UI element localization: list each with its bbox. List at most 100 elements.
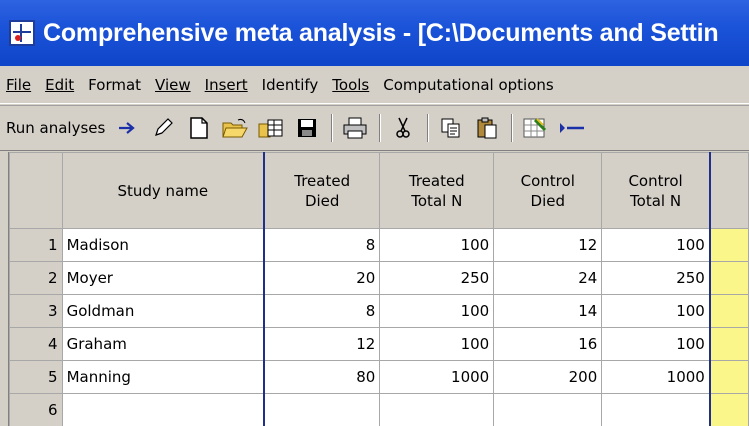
header-row: Study name Treated Died Treated Total N Co… — [9, 152, 749, 229]
menu-format[interactable]: Format — [88, 76, 141, 94]
table-row[interactable]: 2 Moyer 20 250 24 250 — [9, 261, 749, 295]
menu-edit-label: Edit — [45, 75, 75, 94]
toolbar-separator — [331, 114, 334, 142]
cut-icon[interactable] — [389, 114, 417, 142]
menu-identify-label: Identify — [261, 75, 319, 94]
column-header-line2: Total N — [630, 191, 682, 210]
column-header-treated-died[interactable]: Treated Died — [263, 152, 381, 229]
column-header-line1: Treated — [294, 171, 351, 190]
cell-effect[interactable] — [708, 294, 749, 328]
column-header-line2: Died — [304, 191, 340, 210]
column-header-treated-total[interactable]: Treated Total N — [379, 152, 495, 229]
menu-file-label: File — [6, 75, 32, 94]
arrow-right-icon[interactable] — [113, 114, 141, 142]
row-number[interactable]: 3 — [9, 294, 63, 328]
menu-tools[interactable]: Tools — [332, 76, 369, 94]
cell-treated-total[interactable]: 100 — [379, 228, 495, 262]
cell-treated-died[interactable]: 80 — [263, 360, 381, 394]
formula-icon[interactable] — [521, 114, 549, 142]
cell-control-died[interactable] — [493, 393, 603, 426]
column-header-control-died[interactable]: Control Died — [493, 152, 603, 229]
cell-treated-total[interactable] — [379, 393, 495, 426]
menu-bar: File Edit Format View Insert Identify To… — [0, 66, 749, 104]
menu-view-label: View — [155, 75, 191, 94]
table-row[interactable]: 4 Graham 12 100 16 100 — [9, 327, 749, 361]
cell-treated-died[interactable]: 8 — [263, 294, 381, 328]
new-document-icon[interactable] — [185, 114, 213, 142]
save-icon[interactable] — [293, 114, 321, 142]
column-header-control-total[interactable]: Control Total N — [601, 152, 711, 229]
cell-control-died[interactable]: 24 — [493, 261, 603, 295]
cell-study-name[interactable]: Moyer — [61, 261, 265, 295]
column-header-study-name[interactable]: Study name — [61, 152, 265, 229]
cell-effect[interactable] — [708, 261, 749, 295]
menu-insert[interactable]: Insert — [205, 76, 248, 94]
cell-control-died[interactable]: 12 — [493, 228, 603, 262]
cell-control-total[interactable] — [601, 393, 711, 426]
insert-row-icon[interactable] — [557, 114, 585, 142]
toolbar-separator — [379, 114, 382, 142]
cell-effect[interactable] — [708, 360, 749, 394]
copy-icon[interactable] — [437, 114, 465, 142]
print-icon[interactable] — [341, 114, 369, 142]
app-table-icon[interactable] — [9, 20, 35, 46]
table-row[interactable]: 6 — [9, 393, 749, 426]
cell-effect[interactable] — [708, 393, 749, 426]
column-header-line1: Control — [628, 171, 683, 190]
menu-identify[interactable]: Identify — [262, 76, 319, 94]
cell-control-died[interactable]: 14 — [493, 294, 603, 328]
cell-study-name[interactable]: Graham — [61, 327, 265, 361]
table-row[interactable]: 1 Madison 8 100 12 100 — [9, 228, 749, 262]
table-row[interactable]: 3 Goldman 8 100 14 100 — [9, 294, 749, 328]
row-number[interactable]: 1 — [9, 228, 63, 262]
row-number[interactable]: 4 — [9, 327, 63, 361]
title-bar: Comprehensive meta analysis - [C:\Docume… — [0, 0, 749, 66]
cell-treated-died[interactable]: 8 — [263, 228, 381, 262]
open-table-icon[interactable] — [257, 114, 285, 142]
run-analyses-button[interactable]: Run analyses — [6, 119, 105, 137]
cell-treated-died[interactable]: 12 — [263, 327, 381, 361]
cell-effect[interactable] — [708, 327, 749, 361]
cell-control-total[interactable]: 100 — [601, 327, 711, 361]
row-number[interactable]: 2 — [9, 261, 63, 295]
cell-control-died[interactable]: 16 — [493, 327, 603, 361]
cell-treated-died[interactable] — [263, 393, 381, 426]
cell-effect[interactable] — [708, 228, 749, 262]
cell-study-name[interactable]: Goldman — [61, 294, 265, 328]
column-header-line1: Treated — [408, 171, 465, 190]
paste-icon[interactable] — [473, 114, 501, 142]
menu-tools-label: Tools — [332, 75, 370, 94]
menu-computational-options-label: Computational options — [383, 75, 554, 94]
toolbar: Run analyses — [0, 105, 749, 151]
open-folder-icon[interactable] — [221, 114, 249, 142]
menu-file[interactable]: File — [6, 76, 31, 94]
row-number[interactable]: 5 — [9, 360, 63, 394]
cell-control-total[interactable]: 100 — [601, 294, 711, 328]
cell-control-total[interactable]: 250 — [601, 261, 711, 295]
menu-computational-options[interactable]: Computational options — [383, 76, 553, 94]
column-header-effect[interactable] — [708, 152, 749, 229]
table-row[interactable]: 5 Manning 80 1000 200 1000 — [9, 360, 749, 394]
row-number[interactable]: 6 — [9, 393, 63, 426]
menu-format-label: Format — [88, 75, 142, 94]
data-grid[interactable]: Study name Treated Died Treated Total N Co… — [8, 152, 749, 426]
cell-treated-total[interactable]: 1000 — [379, 360, 495, 394]
pencil-icon[interactable] — [149, 114, 177, 142]
cell-treated-total[interactable]: 100 — [379, 294, 495, 328]
cell-study-name[interactable]: Manning — [61, 360, 265, 394]
cell-study-name[interactable] — [61, 393, 265, 426]
toolbar-separator — [511, 114, 514, 142]
cell-control-died[interactable]: 200 — [493, 360, 603, 394]
cell-treated-total[interactable]: 250 — [379, 261, 495, 295]
cell-study-name[interactable]: Madison — [61, 228, 265, 262]
cell-treated-total[interactable]: 100 — [379, 327, 495, 361]
column-header-label: Study name — [117, 181, 209, 200]
menu-edit[interactable]: Edit — [45, 76, 74, 94]
column-header-line2: Total N — [411, 191, 463, 210]
column-header-line2: Died — [530, 191, 565, 210]
cell-control-total[interactable]: 1000 — [601, 360, 711, 394]
grid-corner[interactable] — [9, 152, 63, 229]
cell-control-total[interactable]: 100 — [601, 228, 711, 262]
menu-view[interactable]: View — [155, 76, 191, 94]
cell-treated-died[interactable]: 20 — [263, 261, 381, 295]
